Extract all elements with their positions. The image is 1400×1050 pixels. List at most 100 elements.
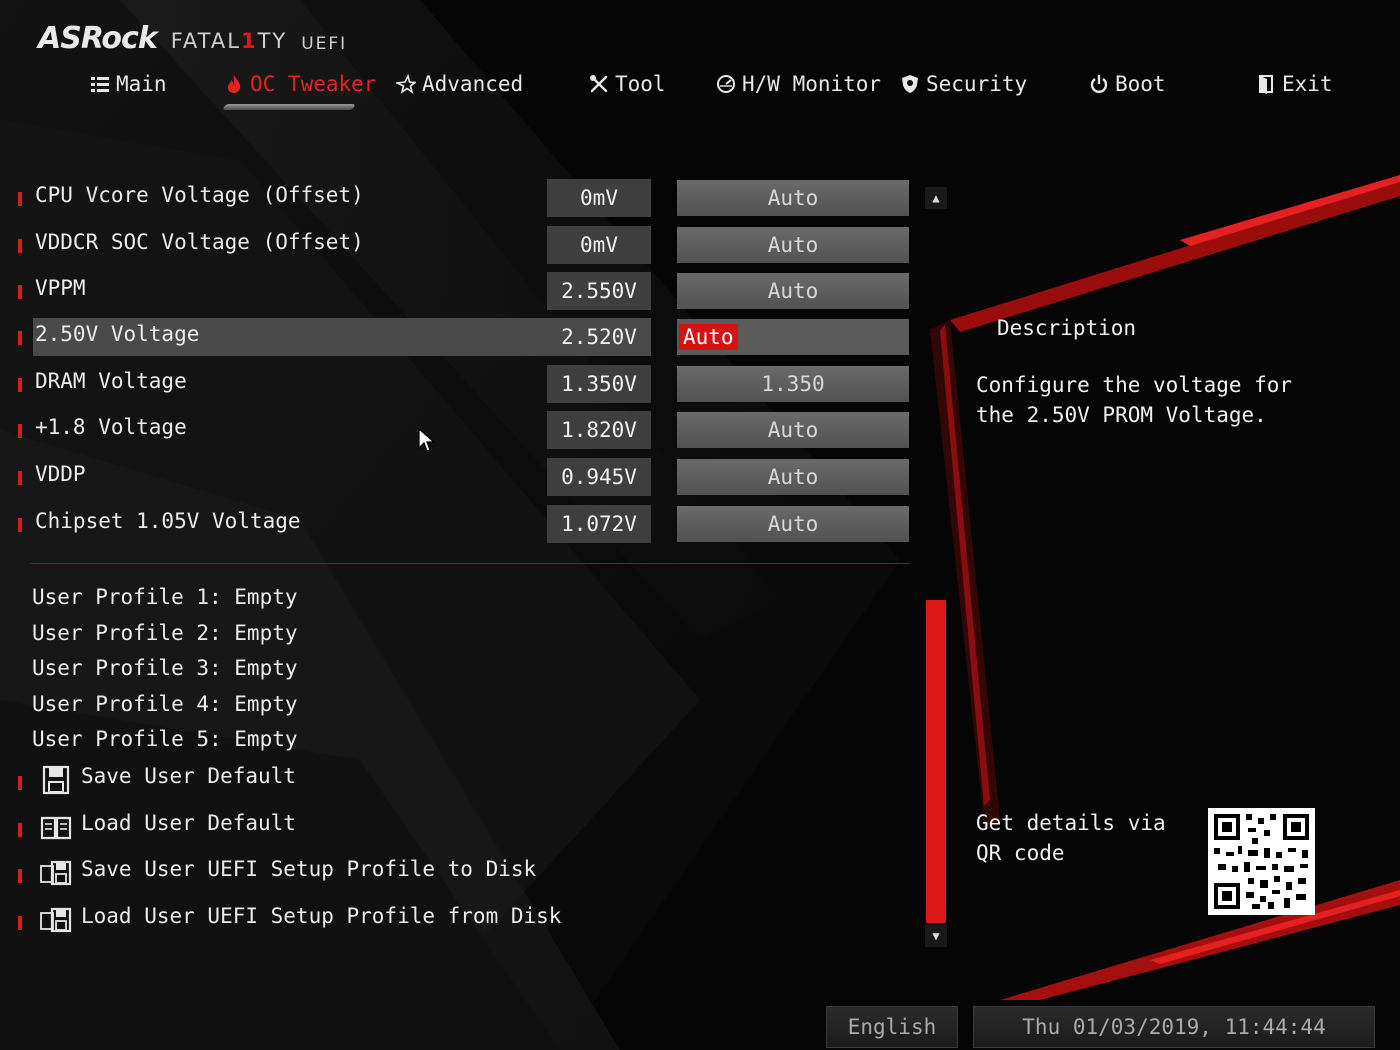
setting-value-field[interactable]: Auto — [677, 319, 909, 355]
setting-row-cpu-vcore[interactable]: CPU Vcore Voltage (Offset) 0mV Auto — [14, 179, 914, 217]
setting-row-1-8-voltage[interactable]: +1.8 Voltage 1.820V Auto — [14, 411, 914, 449]
load-user-default-item[interactable]: Load User Default — [14, 809, 534, 845]
setting-value-field[interactable]: Auto — [677, 506, 909, 542]
setting-label: VDDCR SOC Voltage (Offset) — [35, 230, 364, 254]
language-button[interactable]: English — [826, 1006, 958, 1048]
tab-security[interactable]: Security — [900, 66, 1027, 102]
row-marker — [18, 378, 22, 392]
brand-name: ASRock — [38, 21, 158, 56]
flame-icon — [227, 75, 241, 93]
tab-boot-label: Boot — [1115, 72, 1166, 96]
setting-row-vppm[interactable]: VPPM 2.550V Auto — [14, 272, 914, 310]
setting-label: Chipset 1.05V Voltage — [35, 509, 301, 533]
tab-advanced-label: Advanced — [422, 72, 524, 96]
product-prefix: FATAL — [170, 29, 241, 53]
save-user-default-item[interactable]: Save User Default — [14, 762, 534, 798]
tab-exit-label: Exit — [1282, 72, 1333, 96]
qr-code-graphic — [1208, 808, 1315, 915]
shield-icon — [902, 75, 918, 93]
tab-advanced[interactable]: Advanced — [396, 66, 523, 102]
save-profile-to-disk-item[interactable]: Save User UEFI Setup Profile to Disk — [14, 855, 537, 891]
user-profile-2: User Profile 2: Empty — [32, 621, 298, 645]
tab-tool-label: Tool — [615, 72, 666, 96]
action-label: Load User UEFI Setup Profile from Disk — [81, 904, 562, 928]
product-name: FATAL1TY — [171, 29, 287, 53]
description-title: Description — [997, 316, 1137, 340]
product-suffix: TY — [257, 29, 288, 53]
voltage-reading: 1.350V — [547, 365, 651, 403]
row-marker — [18, 424, 22, 438]
voltage-reading: 1.820V — [547, 411, 651, 449]
tab-hw-monitor[interactable]: H/W Monitor — [716, 66, 881, 102]
user-profile-5: User Profile 5: Empty — [32, 727, 298, 751]
setting-row-vddp[interactable]: VDDP 0.945V Auto — [14, 458, 914, 496]
tab-boot[interactable]: Boot — [1089, 66, 1166, 102]
setting-row-chipset-voltage[interactable]: Chipset 1.05V Voltage 1.072V Auto — [14, 505, 914, 543]
voltage-reading: 1.072V — [547, 505, 651, 543]
tab-main-label: Main — [116, 72, 167, 96]
user-profile-3: User Profile 3: Empty — [32, 656, 298, 680]
tab-tool[interactable]: Tool — [589, 66, 666, 102]
scroll-down-arrow-icon[interactable]: ▼ — [925, 925, 947, 947]
tab-security-label: Security — [926, 72, 1028, 96]
mouse-cursor-icon — [418, 428, 436, 452]
setting-row-vddcr-soc[interactable]: VDDCR SOC Voltage (Offset) 0mV Auto — [14, 226, 914, 264]
row-marker — [18, 285, 22, 299]
row-marker — [18, 518, 22, 532]
exit-door-icon — [1259, 75, 1273, 94]
section-divider — [30, 563, 910, 564]
row-marker — [18, 471, 22, 485]
tab-oc-tweaker-label: OC Tweaker — [250, 72, 377, 96]
scrollbar-thumb[interactable] — [926, 600, 946, 923]
row-marker — [18, 869, 22, 883]
tab-oc-tweaker[interactable]: OC Tweaker — [224, 66, 376, 102]
voltage-reading: 2.550V — [547, 272, 651, 310]
load-profile-from-disk-item[interactable]: Load User UEFI Setup Profile from Disk — [14, 902, 561, 938]
description-text: Configure the voltage for the 2.50V PROM… — [976, 373, 1293, 427]
setting-label: CPU Vcore Voltage (Offset) — [35, 183, 364, 207]
setting-row-2-50v-voltage[interactable]: 2.50V Voltage 2.520V Auto — [14, 318, 914, 356]
setting-row-dram-voltage[interactable]: DRAM Voltage 1.350V 1.350 — [14, 365, 914, 403]
monitor-icon — [717, 75, 735, 93]
voltage-reading: 2.520V — [547, 318, 651, 356]
tab-hw-monitor-label: H/W Monitor — [742, 72, 882, 96]
row-marker — [18, 823, 22, 837]
row-marker — [18, 192, 22, 206]
qr-code-icon — [1208, 808, 1315, 915]
tab-exit[interactable]: Exit — [1256, 66, 1333, 102]
row-marker — [18, 239, 22, 253]
user-profile-4: User Profile 4: Empty — [32, 692, 298, 716]
setting-value-field[interactable]: Auto — [677, 412, 909, 448]
action-label: Save User Default — [81, 764, 296, 788]
voltage-reading: 0.945V — [547, 458, 651, 496]
setting-value-field[interactable]: Auto — [677, 227, 909, 263]
setting-value-field[interactable]: Auto — [677, 459, 909, 495]
row-marker — [18, 916, 22, 930]
date-time-display[interactable]: Thu 01/03/2019, 11:44:44 — [973, 1006, 1375, 1048]
scroll-up-arrow-icon[interactable]: ▲ — [925, 187, 947, 209]
list-icon — [91, 77, 109, 92]
setting-label: 2.50V Voltage — [35, 322, 200, 346]
setting-label: DRAM Voltage — [35, 369, 187, 393]
setting-value-field[interactable]: Auto — [677, 180, 909, 216]
setting-label: VDDP — [35, 462, 86, 486]
disk-load-icon — [40, 907, 72, 933]
tab-main[interactable]: Main — [90, 66, 167, 102]
action-label: Save User UEFI Setup Profile to Disk — [81, 857, 537, 881]
asrock-logo: ASRock FATAL1TY UEFI — [38, 12, 347, 56]
voltage-reading: 0mV — [547, 179, 651, 217]
setting-label: +1.8 Voltage — [35, 415, 187, 439]
tools-icon — [590, 75, 608, 93]
setting-value-editing: Auto — [679, 324, 738, 350]
qr-code-caption: Get details via QR code — [976, 811, 1166, 865]
floppy-disk-icon — [42, 765, 70, 795]
uefi-label: UEFI — [301, 34, 348, 54]
open-book-icon — [40, 816, 72, 840]
setting-value-field[interactable]: Auto — [677, 273, 909, 309]
star-icon — [396, 74, 416, 94]
setting-label: VPPM — [35, 276, 86, 300]
row-marker — [18, 331, 22, 345]
active-tab-indicator — [222, 104, 356, 110]
row-marker — [18, 776, 22, 790]
setting-value-field[interactable]: 1.350 — [677, 366, 909, 402]
